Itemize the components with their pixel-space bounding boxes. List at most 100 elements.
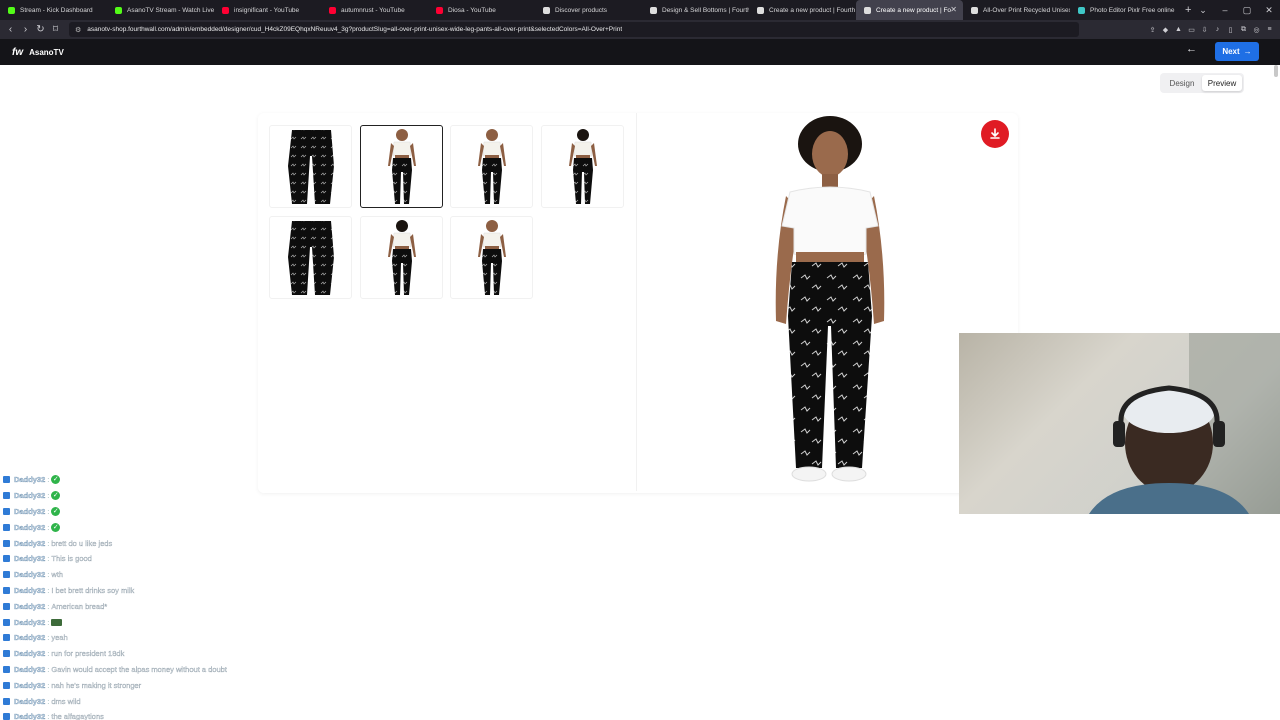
webcam-overlay (959, 333, 1280, 514)
chat-message: Daddy32: wth (0, 567, 300, 583)
chat-username[interactable]: Daddy32 (14, 507, 46, 516)
bookmark-icon[interactable]: ⌑ (48, 24, 63, 35)
chat-separator: : (47, 475, 50, 485)
stream-chat-overlay: Daddy32: ✓ Daddy32: ✓ Daddy32: ✓ Daddy32: ✓ Dadd… (0, 472, 300, 720)
user-badge-icon (3, 492, 10, 500)
chat-separator: : (47, 617, 50, 627)
chat-username[interactable]: Daddy32 (14, 649, 46, 658)
browser-tab[interactable]: All-Over Print Recycled Unisex (963, 0, 1070, 20)
chat-username[interactable]: Daddy32 (14, 602, 46, 611)
sidebar-icon[interactable]: ▯ (1224, 26, 1237, 34)
page-scrollbar[interactable] (1274, 65, 1278, 720)
image-emote-icon (51, 618, 63, 626)
browser-tab[interactable]: Stream - Kick Dashboard (0, 0, 107, 20)
chat-text: run for president 18dk (51, 649, 125, 659)
browser-tab-label: Create a new product | Fo (876, 6, 952, 14)
download-button[interactable] (981, 120, 1009, 148)
account-icon[interactable]: ◎ (1250, 26, 1263, 34)
shield-icon[interactable]: ◆ (1159, 26, 1172, 34)
browser-tab-label: insignificant - YouTube (234, 6, 300, 14)
next-button-label: Next (1222, 47, 1240, 56)
check-emote-icon: ✓ (51, 506, 61, 516)
chat-text: This is good (51, 554, 92, 564)
browser-tab[interactable]: Create a new product | Fo ✕ (856, 0, 963, 20)
shop-name: AsanoTV (29, 47, 64, 57)
browser-tab-label: Diosa - YouTube (448, 6, 496, 14)
site-info-icon[interactable]: ⚙ (75, 26, 81, 34)
browser-tab[interactable]: Diosa - YouTube (428, 0, 535, 20)
tab-preview[interactable]: Preview (1202, 75, 1242, 91)
chat-message: Daddy32: I bet brett drinks soy milk (0, 583, 300, 599)
browser-tab[interactable]: autumnrust - YouTube (321, 0, 428, 20)
chat-username[interactable]: Daddy32 (14, 633, 46, 642)
user-badge-icon (3, 602, 10, 610)
preview-thumbnail[interactable] (360, 125, 443, 208)
tabs-icon[interactable]: ⧉ (1237, 26, 1250, 34)
chat-separator: : (47, 491, 50, 501)
chat-message: Daddy32: American bread* (0, 598, 300, 614)
share-icon[interactable]: ⇪ (1146, 26, 1159, 34)
preview-thumbnail[interactable] (450, 125, 533, 208)
chat-username[interactable]: Daddy32 (14, 696, 46, 705)
check-emote-icon: ✓ (51, 522, 61, 532)
preview-thumbnail[interactable] (450, 216, 533, 299)
chat-username[interactable]: Daddy32 (14, 665, 46, 674)
media-icon[interactable]: ♪ (1211, 26, 1224, 34)
extension-icon[interactable]: ▲ (1172, 26, 1185, 34)
preview-thumbnail[interactable] (269, 216, 352, 299)
chat-username[interactable]: Daddy32 (14, 491, 46, 500)
chat-username[interactable]: Daddy32 (14, 538, 46, 547)
chat-message: Daddy32: run for president 18dk (0, 646, 300, 662)
chat-username[interactable]: Daddy32 (14, 523, 46, 532)
chat-username[interactable]: Daddy32 (14, 475, 46, 484)
back-arrow-icon[interactable]: ← (1186, 43, 1197, 55)
browser-tab[interactable]: Design & Sell Bottoms | Fourth (642, 0, 749, 20)
download-toolbar-icon[interactable]: ⇩ (1198, 26, 1211, 34)
check-emote-icon: ✓ (51, 475, 61, 485)
arrow-right-icon: → (1243, 47, 1252, 56)
chat-username[interactable]: Daddy32 (14, 570, 46, 579)
browser-tab[interactable]: insignificant - YouTube (214, 0, 321, 20)
chat-username[interactable]: Daddy32 (14, 586, 46, 595)
browser-tab[interactable]: AsanoTV Stream - Watch Live (107, 0, 214, 20)
browser-tab[interactable]: Create a new product | Fourth (749, 0, 856, 20)
maximize-icon[interactable]: ▢ (1236, 0, 1258, 20)
back-icon[interactable]: ‹ (3, 24, 18, 35)
forward-icon[interactable]: › (18, 24, 33, 35)
browser-tab-strip: Stream - Kick Dashboard AsanoTV Stream - … (0, 0, 1280, 20)
tab-favicon-icon (650, 6, 657, 14)
user-badge-icon (3, 555, 10, 563)
browser-tab[interactable]: Discover products (535, 0, 642, 20)
close-tab-icon[interactable]: ✕ (950, 5, 957, 14)
chat-separator: : (47, 649, 50, 659)
preview-thumbnail[interactable] (269, 125, 352, 208)
tab-favicon-icon (1078, 6, 1085, 14)
address-bar[interactable]: ⚙ asanotv-shop.fourthwall.com/admin/embe… (69, 22, 1079, 37)
user-badge-icon (3, 713, 10, 720)
new-tab-icon[interactable]: + (1185, 4, 1191, 16)
chat-text: dms wild (51, 696, 81, 706)
window-list-icon[interactable]: ⌄ (1192, 0, 1214, 20)
address-url[interactable]: asanotv-shop.fourthwall.com/admin/embedd… (87, 26, 622, 33)
thumbnail-image (288, 130, 334, 204)
screenshot-icon[interactable]: ▭ (1185, 26, 1198, 34)
fourthwall-logo[interactable]: fw (12, 47, 23, 58)
chat-username[interactable]: Daddy32 (14, 712, 46, 720)
next-button[interactable]: Next → (1215, 42, 1259, 61)
browser-tab[interactable]: Photo Editor Pixlr Free online (1070, 0, 1177, 20)
reload-icon[interactable]: ↻ (33, 24, 48, 35)
chat-username[interactable]: Daddy32 (14, 681, 46, 690)
close-window-icon[interactable]: ✕ (1258, 0, 1280, 20)
minimize-icon[interactable]: – (1214, 0, 1236, 20)
menu-icon[interactable]: ≡ (1263, 26, 1276, 34)
tab-design[interactable]: Design (1162, 75, 1202, 91)
chat-username[interactable]: Daddy32 (14, 617, 46, 626)
preview-thumbnail[interactable] (541, 125, 624, 208)
chat-separator: : (47, 538, 50, 548)
chat-username[interactable]: Daddy32 (14, 554, 46, 563)
chat-text: the alfagaytions (51, 712, 104, 720)
chat-message: Daddy32: (0, 614, 300, 630)
chat-message: Daddy32: yeah (0, 630, 300, 646)
preview-thumbnail[interactable] (360, 216, 443, 299)
user-badge-icon (3, 539, 10, 547)
